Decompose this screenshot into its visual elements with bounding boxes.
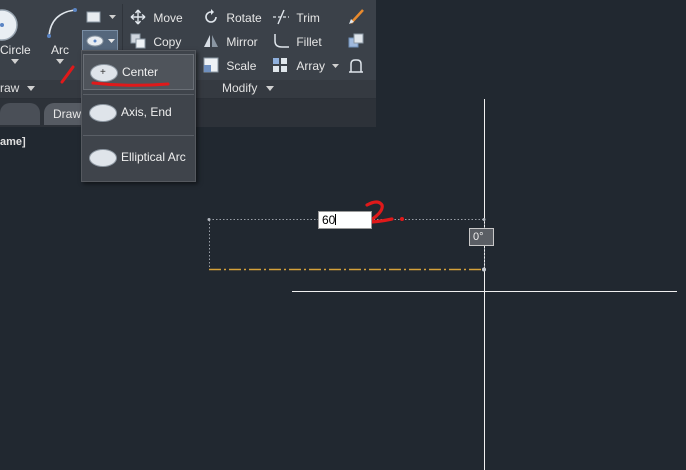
annotation-layer [60, 65, 170, 87]
dimension-endpoint [482, 218, 486, 221]
dynamic-input-value: 60 [322, 213, 336, 227]
menu-item-axis-end[interactable]: Axis, End [83, 95, 194, 131]
ellipse-axis-end-icon [89, 104, 117, 122]
menu-separator [83, 135, 194, 136]
dynamic-input-field[interactable]: 60 [318, 211, 372, 229]
menu-item-axis-end-label: Axis, End [121, 105, 172, 119]
annotation-dot [400, 217, 404, 221]
dimension-endpoint [207, 218, 211, 221]
menu-item-elliptical-arc-label: Elliptical Arc [121, 150, 186, 164]
annotation-underline [91, 81, 170, 87]
angle-tooltip: 0° [469, 228, 494, 246]
axis-endpoint [482, 267, 486, 272]
annotation-mark-1 [60, 65, 75, 84]
text-cursor [335, 214, 337, 225]
menu-item-elliptical-arc[interactable]: Elliptical Arc [83, 140, 194, 176]
elliptical-arc-icon [89, 149, 117, 167]
